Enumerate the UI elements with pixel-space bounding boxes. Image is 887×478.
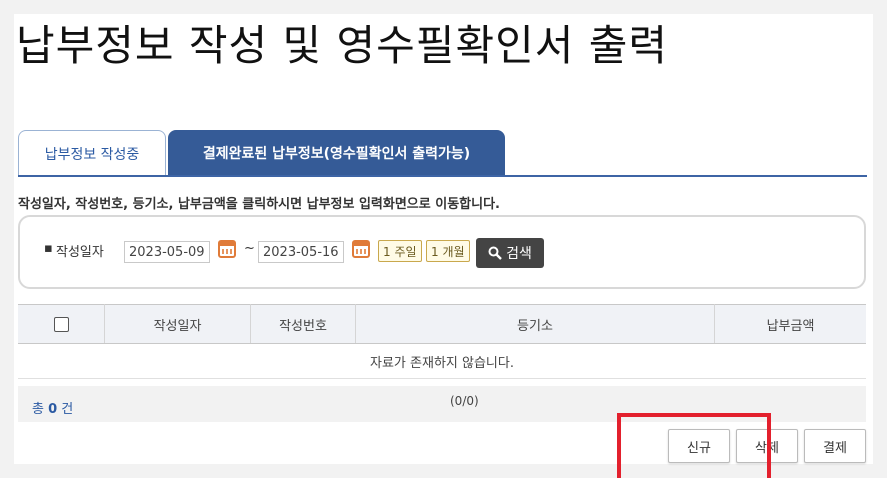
search-icon (488, 246, 502, 260)
total-count: 총 0 건 (32, 398, 73, 417)
total-suffix: 건 (61, 402, 74, 417)
page-title: 납부정보 작성 및 영수필확인서 출력 (16, 21, 669, 70)
date-from-input[interactable] (124, 241, 210, 263)
search-box: ▪ 작성일자 ~ 1 주일 1 개월 검색 (18, 215, 866, 289)
tilde: ~ (244, 241, 255, 256)
empty-message: 자료가 존재하지 않습니다. (18, 343, 866, 379)
search-button[interactable]: 검색 (476, 238, 544, 268)
col-header-number[interactable]: 작성번호 (250, 304, 356, 344)
calendar-to-icon[interactable] (352, 240, 370, 258)
date-to-input[interactable] (258, 241, 344, 263)
col-header-amount[interactable]: 납부금액 (714, 304, 866, 344)
select-all-cell (18, 304, 105, 344)
col-header-date[interactable]: 작성일자 (104, 304, 251, 344)
select-all-checkbox[interactable] (53, 316, 69, 332)
col-header-registry[interactable]: 등기소 (355, 304, 715, 344)
table-row: 자료가 존재하지 않습니다. (18, 343, 866, 379)
pay-button[interactable]: 결제 (804, 429, 866, 463)
total-number: 0 (48, 402, 58, 417)
calendar-from-icon[interactable] (218, 240, 236, 258)
highlight-box (617, 413, 771, 478)
info-text: 작성일자, 작성번호, 등기소, 납부금액을 클릭하시면 납부정보 입력화면으로… (18, 197, 500, 212)
tab-in-progress[interactable]: 납부정보 작성중 (18, 130, 166, 176)
total-prefix: 총 (32, 402, 44, 417)
bullet-icon: ▪ (44, 241, 53, 256)
period-1month-button[interactable]: 1 개월 (426, 240, 470, 262)
tab-paid[interactable]: 결제완료된 납부정보(영수필확인서 출력가능) (168, 130, 505, 176)
results-table: 작성일자 작성번호 등기소 납부금액 자료가 존재하지 않습니다. (18, 304, 866, 379)
pagination: (0/0) (450, 394, 479, 408)
tab-divider (18, 175, 867, 177)
search-button-label: 검색 (506, 246, 532, 262)
period-1week-button[interactable]: 1 주일 (378, 240, 422, 262)
date-label: 작성일자 (56, 245, 104, 260)
